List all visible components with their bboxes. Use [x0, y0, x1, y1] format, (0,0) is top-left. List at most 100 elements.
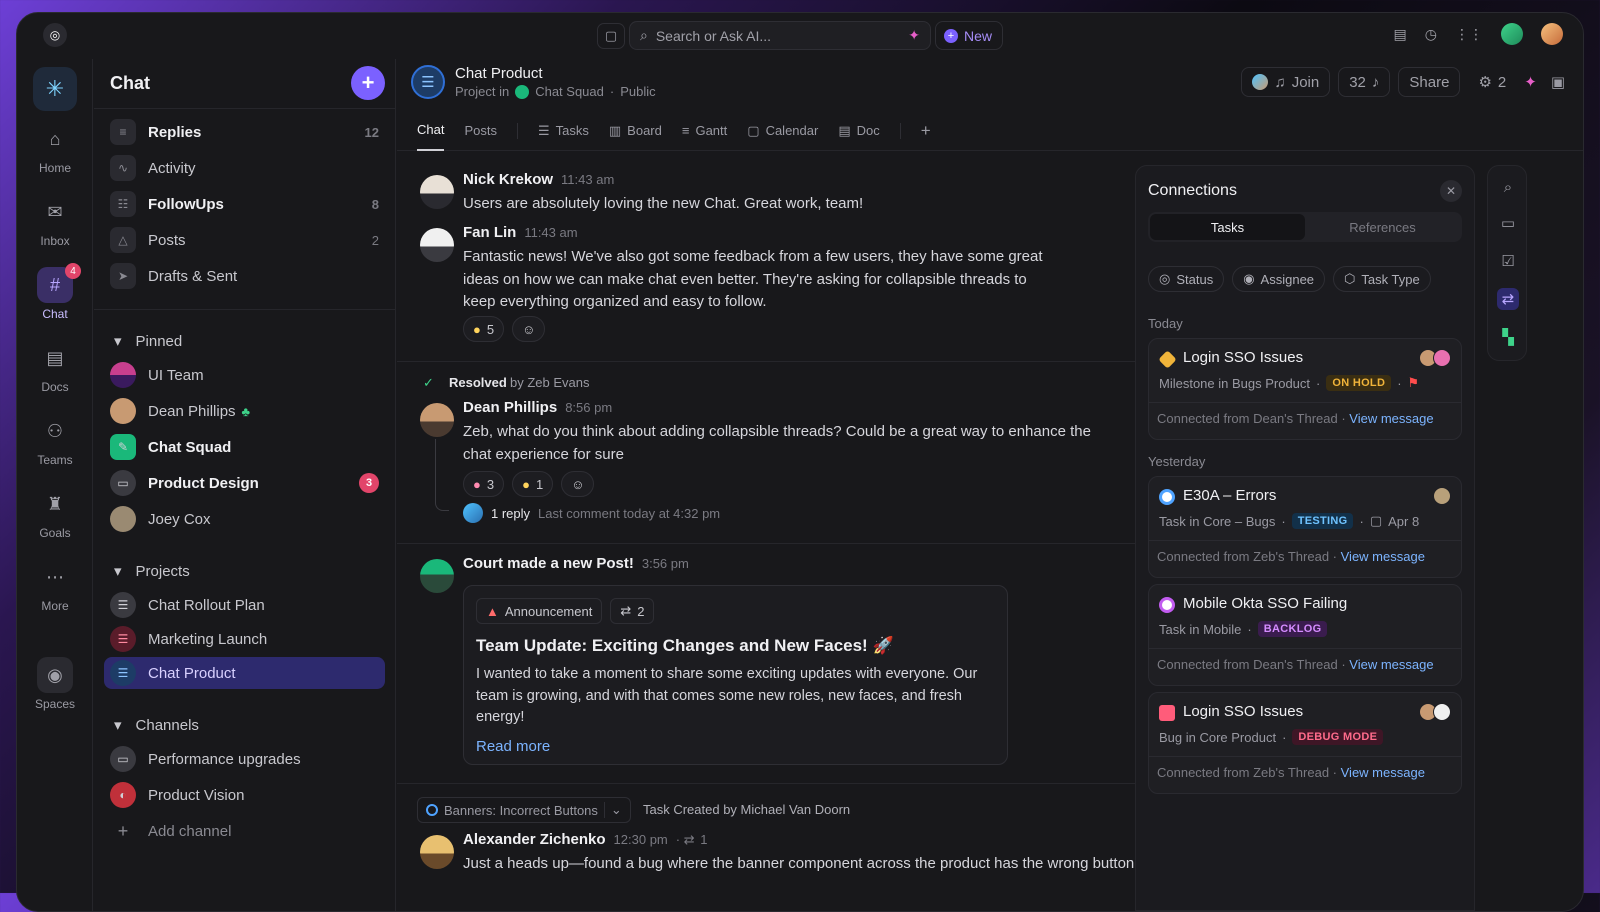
sidebar-item-performance-upgrades[interactable]: ▭ Performance upgrades — [104, 743, 385, 775]
view-message-link[interactable]: View message — [1341, 765, 1425, 780]
posts-icon: △ — [110, 227, 136, 253]
sidebar-item-chat-product[interactable]: ☰ Chat Product — [104, 657, 385, 689]
channels-section-toggle[interactable]: ▾ Channels — [114, 716, 199, 735]
connection-card[interactable]: Login SSO Issues Bug in Core Product · DE… — [1148, 692, 1462, 794]
rail-inbox[interactable]: ✉ Inbox — [17, 194, 93, 249]
ai-agents-button[interactable]: ⚙ 2 — [1468, 67, 1516, 97]
connection-card[interactable]: E30A – Errors Task in Core – Bugs · TESTI… — [1148, 476, 1462, 578]
add-reaction-button[interactable]: ☺ — [512, 316, 546, 342]
user-avatar[interactable] — [1541, 23, 1563, 45]
sidebar-item-product-design[interactable]: ▭ Product Design 3 — [104, 467, 385, 499]
assignee-avatars — [1433, 487, 1451, 505]
task-status-icon — [426, 804, 438, 816]
sidebar-item-product-vision[interactable]: ◐ Product Vision — [104, 779, 385, 811]
thread-replies[interactable]: 1 reply Last comment today at 4:32 pm — [463, 503, 720, 523]
new-button[interactable]: + New — [935, 21, 1003, 50]
reaction-lightbulb[interactable]: ● 5 — [463, 316, 505, 342]
calendar-icon: ▢ — [1369, 513, 1383, 528]
ai-sparkle-icon[interactable]: ✦ — [908, 27, 920, 44]
add-reaction-button[interactable]: ☺ — [561, 471, 595, 497]
pinned-section-toggle[interactable]: ▾ Pinned — [114, 332, 182, 351]
space-link[interactable]: Chat Squad — [535, 84, 604, 99]
join-button[interactable]: ♫ Join — [1241, 67, 1331, 97]
workspace-icon[interactable]: ✳ — [33, 67, 77, 111]
teams-icon: ⚇ — [46, 420, 64, 441]
add-view-button[interactable]: + — [921, 111, 931, 151]
reaction-lightbulb[interactable]: ● 1 — [512, 471, 554, 497]
members-count-button[interactable]: 32 ♪ — [1338, 67, 1391, 97]
sidebar-item-chat-squad[interactable]: ✎ Chat Squad — [104, 431, 385, 463]
message-author[interactable]: Dean Phillips 8:56 pm — [463, 399, 612, 416]
lightbulb-icon: ● — [522, 476, 530, 492]
connection-card[interactable]: Mobile Okta SSO Failing Task in Mobile · … — [1148, 584, 1462, 686]
tab-posts[interactable]: Posts — [464, 111, 497, 151]
status-avatar[interactable] — [1501, 23, 1523, 45]
view-message-link[interactable]: View message — [1349, 657, 1433, 672]
sidebar-item-chat-rollout-plan[interactable]: ☰ Chat Rollout Plan — [104, 589, 385, 621]
post-link-count[interactable]: ⇄ 2 — [610, 598, 655, 624]
sidebar-item-followups[interactable]: ☷ FollowUps 8 — [104, 188, 385, 220]
message-author[interactable]: Court made a new Post! 3:56 pm — [463, 555, 689, 572]
message-author[interactable]: Fan Lin 11:43 am — [463, 224, 578, 241]
message-author[interactable]: Nick Krekow 11:43 am — [463, 171, 614, 188]
rail-home[interactable]: ⌂ Home — [17, 121, 93, 176]
read-more-link[interactable]: Read more — [476, 738, 550, 755]
task-type-filter[interactable]: ⬡ Task Type — [1333, 266, 1431, 292]
search-icon: ⌕ — [640, 27, 648, 43]
rail-goals[interactable]: ♜ Goals — [17, 486, 93, 541]
rail-more[interactable]: ⋯ More — [17, 559, 93, 614]
connection-card[interactable]: Login SSO Issues Milestone in Bugs Produ… — [1148, 338, 1462, 440]
status-filter[interactable]: ◎ Status — [1148, 266, 1225, 292]
sidebar-item-posts[interactable]: △ Posts 2 — [104, 224, 385, 256]
calendar-icon[interactable]: ▢ — [597, 23, 625, 49]
sidebar-item-replies[interactable]: ≡ Replies 12 — [104, 116, 385, 148]
panel-toggle-icon[interactable]: ▣ — [1551, 73, 1565, 91]
tab-tasks[interactable]: Tasks — [1150, 214, 1305, 240]
tab-doc[interactable]: ▤ Doc — [838, 111, 879, 151]
share-button[interactable]: Share — [1398, 67, 1461, 97]
announcement-tag[interactable]: ▲ Announcement — [476, 598, 603, 624]
tab-references[interactable]: References — [1305, 214, 1460, 240]
tab-gantt[interactable]: ≡ Gantt — [682, 111, 727, 151]
checklist-icon[interactable]: ☑ — [1497, 250, 1519, 272]
new-chat-button[interactable]: + — [351, 66, 385, 100]
task-chip[interactable]: Banners: Incorrect Buttons ⌄ — [417, 797, 631, 823]
sidebar-item-drafts[interactable]: ➤ Drafts & Sent — [104, 260, 385, 292]
sidebar-item-marketing-launch[interactable]: ☰ Marketing Launch — [104, 623, 385, 655]
search-input[interactable]: ⌕ Search or Ask AI... ✦ — [629, 21, 931, 50]
search-icon[interactable]: ⌕ — [1497, 176, 1519, 198]
add-channel-button[interactable]: + Add channel — [104, 815, 385, 847]
close-icon[interactable]: ✕ — [1440, 180, 1462, 202]
connections-icon[interactable]: ⇄ — [1497, 288, 1519, 310]
rail-docs[interactable]: ▤ Docs — [17, 340, 93, 395]
rail-chat[interactable]: # 4 Chat — [17, 263, 93, 321]
reactions: ● 5 ☺ — [463, 316, 546, 342]
timer-icon[interactable]: ◷ — [1425, 26, 1437, 43]
message-author[interactable]: Alexander Zichenko 12:30 pm · ⇄ 1 — [463, 831, 707, 848]
sidebar-item-dean-phillips[interactable]: Dean Phillips ♣ — [104, 395, 385, 427]
view-message-link[interactable]: View message — [1349, 411, 1433, 426]
tab-board[interactable]: ▥ Board — [609, 111, 662, 151]
apps-icon[interactable]: ▚ — [1497, 326, 1519, 348]
rail-teams[interactable]: ⚇ Teams — [17, 413, 93, 468]
sidebar-item-activity[interactable]: ∿ Activity — [104, 152, 385, 184]
calendar-icon: ▢ — [747, 122, 760, 138]
sidebar-item-ui-team[interactable]: UI Team — [104, 359, 385, 391]
tab-chat[interactable]: Chat — [417, 111, 445, 151]
tab-calendar[interactable]: ▢ Calendar — [747, 111, 818, 151]
reaction-brain[interactable]: ● 3 — [463, 471, 505, 497]
apps-grid-icon[interactable]: ⋮⋮ — [1455, 26, 1483, 43]
ai-sparkle-icon[interactable]: ✦ — [1524, 73, 1537, 91]
rail-spaces[interactable]: ◉ Spaces — [17, 657, 93, 711]
view-message-link[interactable]: View message — [1341, 549, 1425, 564]
tab-tasks[interactable]: ☰ Tasks — [538, 111, 589, 151]
app-logo-icon[interactable]: ◎ — [43, 23, 67, 47]
ui-team-avatar — [110, 362, 136, 388]
comment-icon[interactable]: ▭ — [1497, 212, 1519, 234]
post-card[interactable]: ▲ Announcement ⇄ 2 Team Update: Exciting C… — [463, 585, 1008, 765]
projects-section-toggle[interactable]: ▾ Projects — [114, 562, 190, 581]
reactions: ● 3 ● 1 ☺ — [463, 471, 595, 497]
assignee-filter[interactable]: ◉ Assignee — [1232, 266, 1326, 292]
notepad-icon[interactable]: ▤ — [1394, 26, 1407, 43]
sidebar-item-joey-cox[interactable]: Joey Cox — [104, 503, 385, 535]
